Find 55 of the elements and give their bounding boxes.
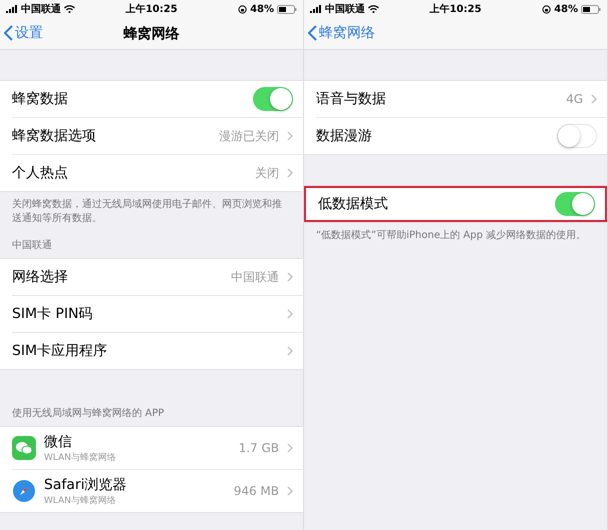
setting-label: SIM卡 PIN码 (12, 305, 93, 323)
battery-percent: 48% (250, 4, 274, 14)
setting-label: 数据漫游 (316, 127, 372, 145)
toggle-switch[interactable] (555, 192, 595, 216)
setting-value: 中国联通 (231, 268, 279, 286)
back-link[interactable]: 蜂窝网络 (308, 24, 375, 42)
setting-label: 蜂窝数据 (12, 90, 68, 108)
clock-time: 上午10:25 (430, 2, 482, 16)
toggle-switch[interactable] (253, 87, 293, 111)
battery-icon (581, 4, 601, 14)
section-footnote: 关闭蜂窝数据，通过无线局域网使用电子邮件、网页浏览和推送通知等所有数据。 (11, 198, 283, 226)
setting-value: 漫游已关闭 (219, 128, 279, 144)
app-network-type: WLAN与蜂窝网络 (44, 494, 118, 506)
data-usage: 1.7 GB (238, 441, 279, 455)
app-name: Safari浏览器 (44, 476, 127, 494)
rotation-lock-icon (238, 4, 248, 14)
setting-label: 网络选择 (12, 268, 68, 286)
back-chevron-icon (4, 25, 13, 41)
compass-app-icon (12, 479, 36, 503)
app-network-type: WLAN与蜂窝网络 (44, 452, 116, 464)
back-link[interactable]: 设置 (4, 24, 43, 42)
setting-label: 个人热点 (12, 164, 68, 182)
signal-icon (310, 5, 322, 13)
rotation-lock-icon (542, 4, 552, 14)
chevron-icon (287, 168, 293, 178)
chevron-icon (287, 309, 293, 319)
section-footnote: “低数据模式”可帮助iPhone上的 App 减少网络数据的使用。 (315, 228, 588, 243)
carrier-name: 中国联通 (21, 2, 61, 16)
chevron-icon (287, 346, 293, 356)
highlighted-setting-row[interactable]: 低数据模式 (304, 186, 607, 222)
setting-value: 关闭 (255, 164, 279, 182)
chevron-icon (287, 272, 293, 282)
chat-app-icon (12, 436, 36, 460)
chevron-icon (591, 94, 597, 104)
wifi-icon (368, 5, 379, 13)
setting-label: 低数据模式 (318, 195, 388, 213)
clock-time: 上午10:25 (126, 2, 178, 16)
setting-label: 蜂窝数据选项 (12, 127, 96, 145)
wifi-icon (64, 5, 75, 13)
page-title: 蜂窝网络 (124, 24, 180, 42)
battery-percent: 48% (554, 4, 578, 14)
signal-icon (6, 5, 18, 13)
setting-label: 语音与数据 (316, 90, 386, 108)
section-header: 使用无线局域网与蜂窝网络的 APP (11, 406, 166, 421)
back-chevron-icon (308, 25, 317, 41)
carrier-name: 中国联通 (325, 2, 365, 16)
app-name: 微信 (44, 432, 73, 450)
setting-label: SIM卡应用程序 (12, 342, 108, 360)
section-header: 中国联通 (11, 238, 53, 253)
setting-value: 4G (566, 92, 583, 106)
chevron-icon (287, 443, 293, 453)
chevron-icon (287, 131, 293, 141)
battery-icon (277, 4, 297, 14)
chevron-icon (287, 486, 293, 496)
data-usage: 946 MB (234, 484, 279, 498)
